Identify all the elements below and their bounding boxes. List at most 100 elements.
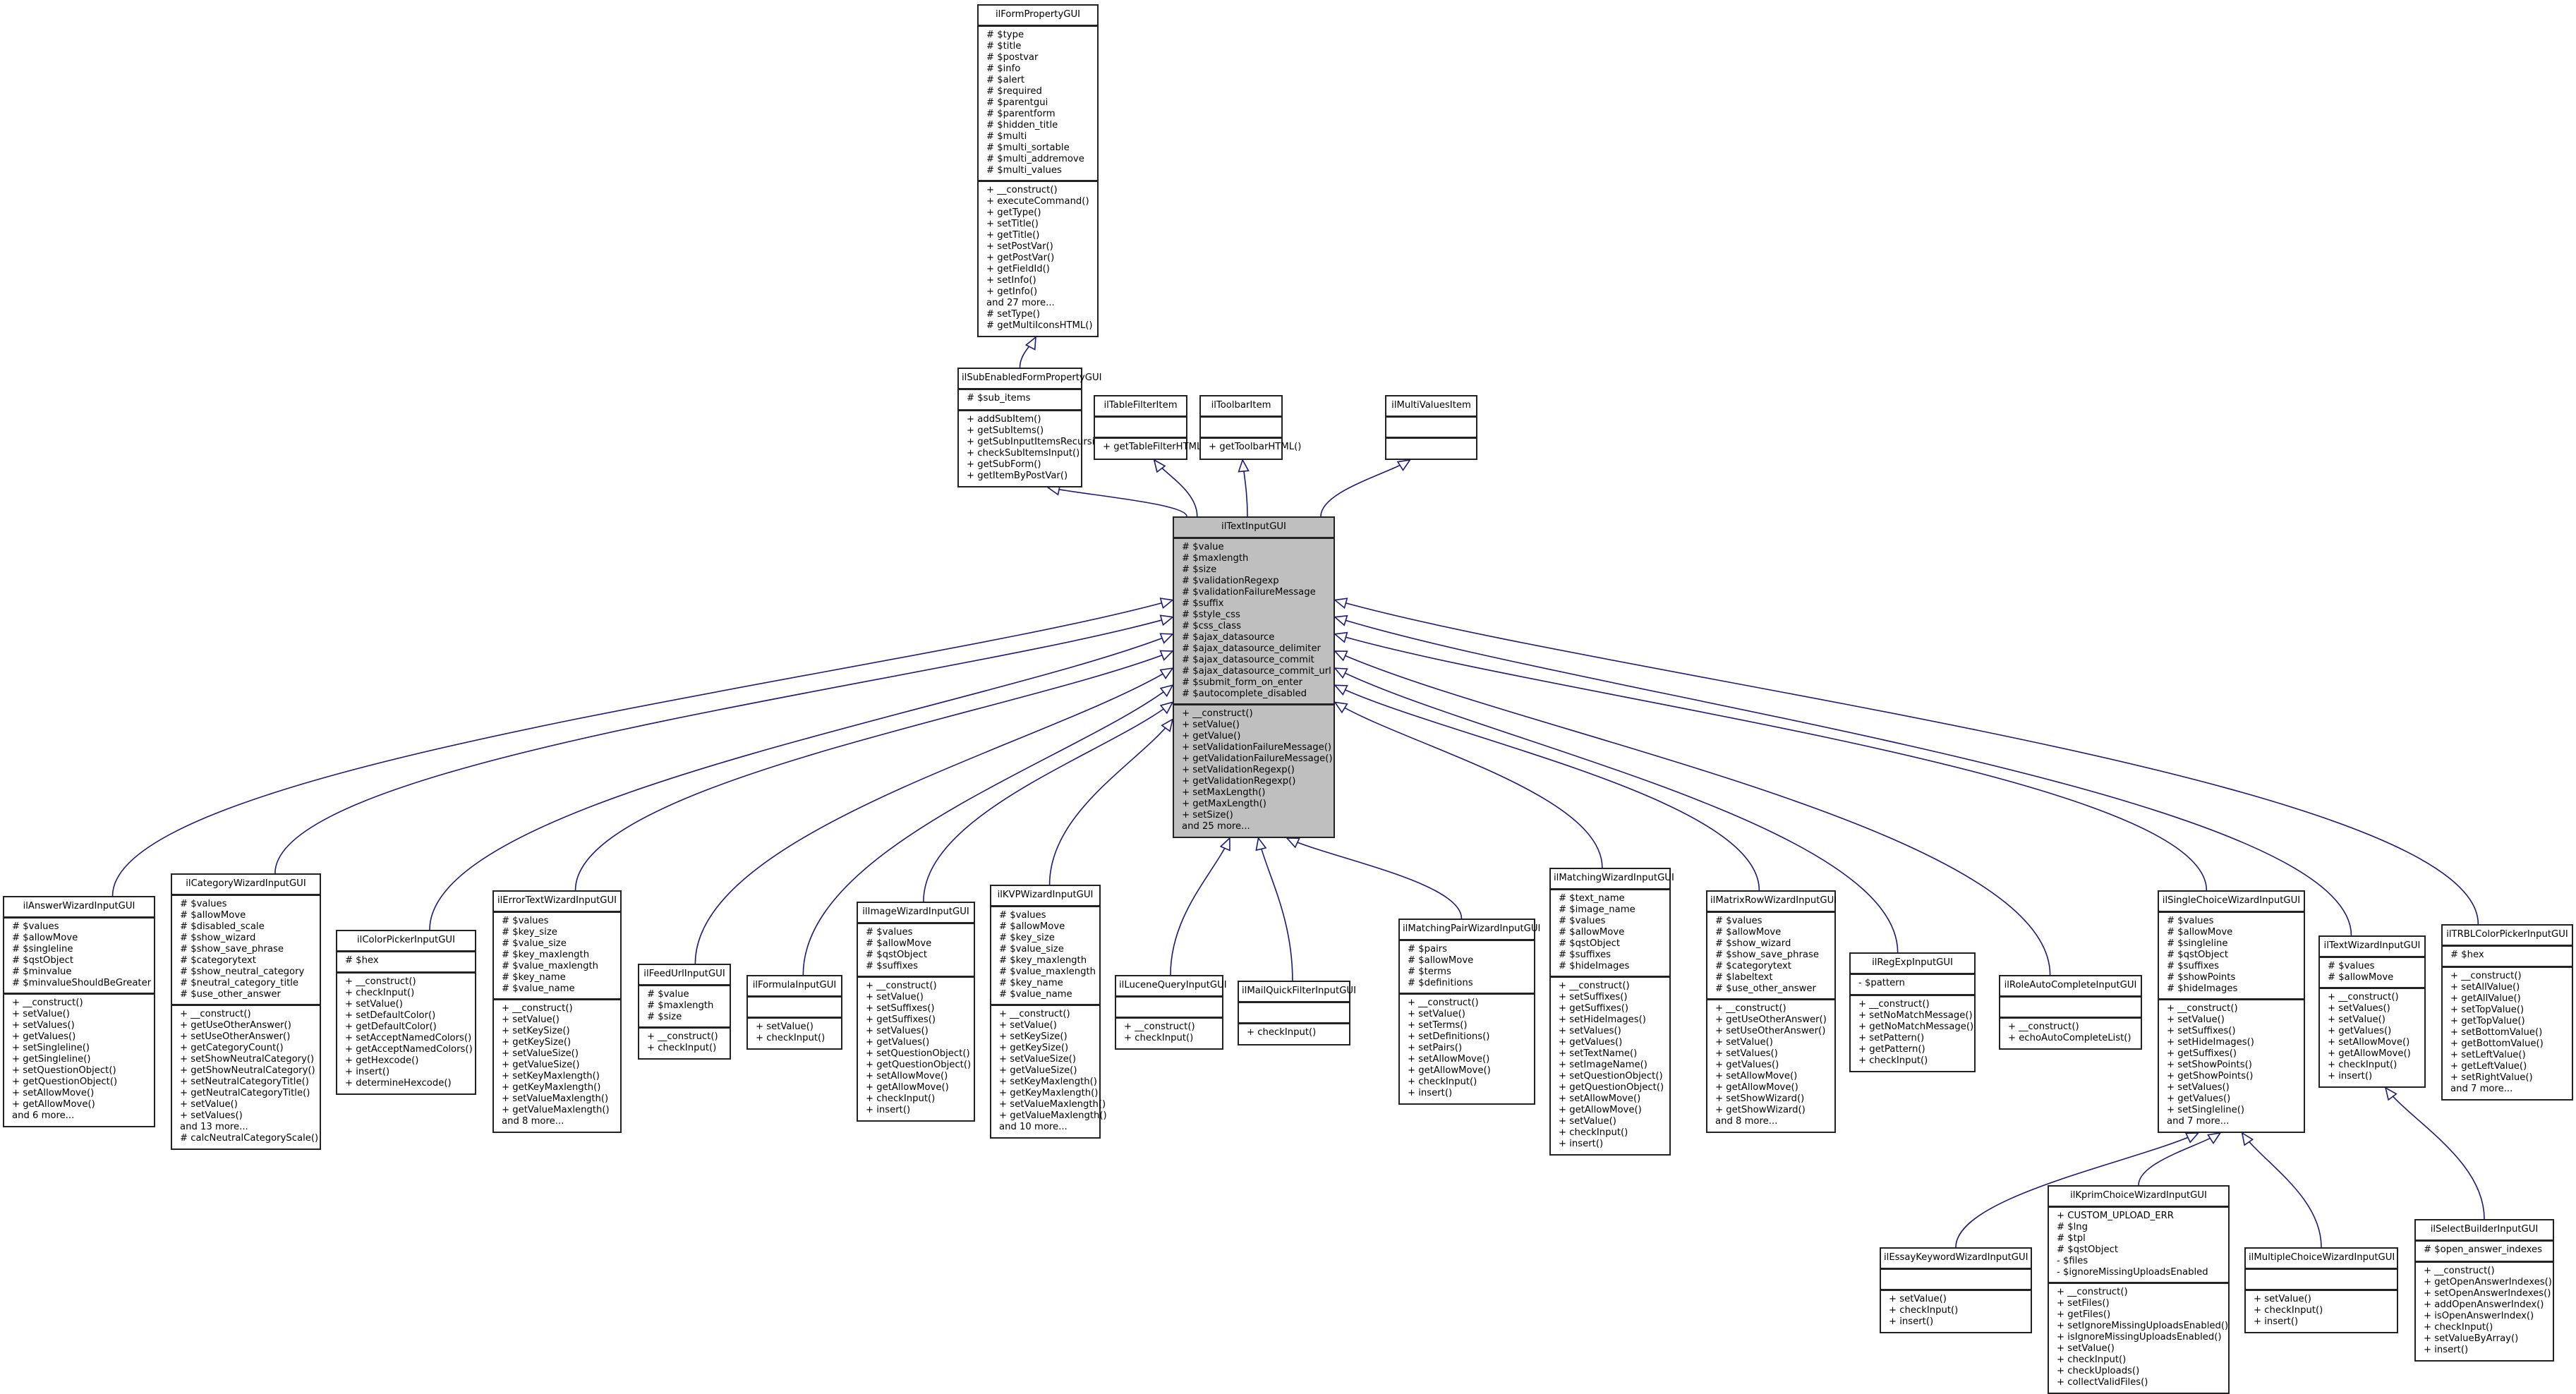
- operation: + setKeySize(): [999, 1031, 1068, 1042]
- generalization-arrowhead-icon: [1238, 459, 1250, 473]
- class-box-il-matching-wizard-input-gui[interactable]: ilMatchingWizardInputGUI # $text_name # $i…: [1549, 868, 1674, 1156]
- attribute: # $suffixes: [2167, 961, 2219, 971]
- attribute: # $hex: [2450, 950, 2484, 960]
- operation: + setIgnoreMissingUploadsEnabled(): [2057, 1321, 2229, 1331]
- more-members-link[interactable]: and 7 more...: [2167, 1116, 2297, 1127]
- operation: + setAcceptNamedColors(): [345, 1033, 472, 1043]
- class-box-il-multiple-choice-wizard-input-gui[interactable]: ilMultipleChoiceWizardInputGUI + setValue…: [2244, 1247, 2398, 1333]
- more-members-link[interactable]: and 8 more...: [1715, 1116, 1827, 1127]
- class-box-il-formula-input-gui[interactable]: ilFormulaInputGUI + setValue() + checkInpu…: [746, 975, 842, 1050]
- class-box-il-kvpwizard-input-gui[interactable]: ilKVPWizardInputGUI # $values # $allowMove…: [990, 885, 1107, 1139]
- operation: + setValue(): [12, 1009, 70, 1019]
- class-box-il-trblcolor-picker-input-gui[interactable]: ilTRBLColorPickerInputGUI # $hex + __const…: [2441, 924, 2573, 1101]
- more-members-link[interactable]: and 6 more...: [12, 1110, 147, 1122]
- class-name[interactable]: ilTableFilterItem: [1095, 396, 1186, 418]
- class-name[interactable]: ilEssayKeywordWizardInputGUI: [1881, 1249, 2031, 1270]
- operation: + checkInput(): [866, 1093, 936, 1104]
- class-box-il-image-wizard-input-gui[interactable]: ilImageWizardInputGUI # $values # $allowMo…: [857, 902, 975, 1122]
- class-box-il-matrix-row-wizard-input-gui[interactable]: ilMatrixRowWizardInputGUI # $values # $all…: [1706, 890, 1837, 1133]
- class-name[interactable]: ilMatrixRowWizardInputGUI: [1707, 892, 1837, 913]
- more-members-link[interactable]: and 7 more...: [2450, 1084, 2565, 1095]
- attributes-section: # $values # $allowMove # $disabled_scale # …: [172, 896, 320, 1006]
- more-members-link[interactable]: and 8 more...: [502, 1116, 613, 1127]
- operation: + getTopValue(): [2450, 1016, 2525, 1026]
- class-name[interactable]: ilRegExpInputGUI: [1851, 954, 1974, 975]
- class-box-il-select-builder-input-gui[interactable]: ilSelectBuilderInputGUI # $open_answer_in…: [2414, 1219, 2554, 1362]
- class-box-il-text-wizard-input-gui[interactable]: ilTextWizardInputGUI # $values # $allowMov…: [2318, 935, 2426, 1088]
- more-members-link[interactable]: and 25 more...: [1182, 821, 1326, 832]
- class-name[interactable]: ilFormPropertyGUI: [979, 6, 1097, 27]
- operation: + insert(): [345, 1067, 390, 1077]
- class-name[interactable]: ilToolbarItem: [1201, 396, 1281, 418]
- attribute: # $style_css: [1182, 610, 1240, 620]
- more-members-link[interactable]: and 10 more...: [999, 1122, 1092, 1133]
- attribute: # $disabled_scale: [180, 921, 265, 932]
- class-name[interactable]: ilImageWizardInputGUI: [858, 903, 974, 924]
- class-box-il-matching-pair-wizard-input-gui[interactable]: ilMatchingPairWizardInputGUI # $pairs # $a…: [1398, 919, 1540, 1105]
- class-box-il-form-property-gui[interactable]: ilFormPropertyGUI # $type # $title # $postv…: [977, 4, 1099, 337]
- operation: + __construct(): [1408, 998, 1479, 1008]
- class-box-il-toolbar-item[interactable]: ilToolbarItem + getToolbarHTML(): [1199, 395, 1301, 460]
- class-name[interactable]: ilMatchingPairWizardInputGUI: [1400, 920, 1540, 941]
- class-name[interactable]: ilMultipleChoiceWizardInputGUI: [2246, 1249, 2397, 1270]
- operation: + setDefinitions(): [1408, 1031, 1490, 1042]
- class-box-il-kprim-choice-wizard-input-gui[interactable]: ilKprimChoiceWizardInputGUI + CUSTOM_UPLO…: [2048, 1185, 2230, 1394]
- class-box-il-color-picker-input-gui[interactable]: ilColorPickerInputGUI # $hex + __construct…: [336, 930, 476, 1095]
- class-name[interactable]: ilFormulaInputGUI: [748, 976, 841, 998]
- class-name[interactable]: ilMatchingWizardInputGUI: [1551, 869, 1674, 890]
- attribute: # $key_size: [502, 927, 557, 938]
- class-box-il-feed-url-input-gui[interactable]: ilFeedUrlInputGUI # $value # $maxlength # $…: [638, 964, 731, 1060]
- more-members-link[interactable]: and 27 more...: [986, 298, 1090, 309]
- class-name[interactable]: ilErrorTextWizardInputGUI: [494, 892, 620, 913]
- class-box-il-category-wizard-input-gui[interactable]: ilCategoryWizardInputGUI # $values # $allo…: [171, 873, 321, 1150]
- attribute: # $submit_form_on_enter: [1182, 677, 1303, 688]
- more-members-link[interactable]: and 13 more...: [180, 1122, 313, 1133]
- operation: + setSuffixes(): [2167, 1026, 2236, 1036]
- class-name[interactable]: ilColorPickerInputGUI: [337, 931, 475, 952]
- class-box-il-text-input-gui[interactable]: ilTextInputGUI # $value # $maxlength # $siz…: [1173, 516, 1335, 838]
- attribute: # $definitions: [1408, 978, 1473, 988]
- class-box-il-lucene-query-input-gui[interactable]: ilLuceneQueryInputGUI + __construct() + ch…: [1115, 975, 1227, 1050]
- inheritance-edge: [1286, 837, 1463, 919]
- class-box-il-role-auto-complete-input-gui[interactable]: ilRoleAutoCompleteInputGUI + __construct(…: [1999, 975, 2142, 1050]
- class-name[interactable]: ilMultiValuesItem: [1386, 396, 1476, 418]
- operations-section: + addSubItem() + getSubItems() + getSubInp…: [959, 411, 1113, 486]
- class-name[interactable]: ilTRBLColorPickerInputGUI: [2443, 926, 2572, 947]
- class-name[interactable]: ilCategoryWizardInputGUI: [172, 875, 320, 896]
- class-box-il-single-choice-wizard-input-gui[interactable]: ilSingleChoiceWizardInputGUI # $values # $…: [2158, 890, 2305, 1133]
- class-name[interactable]: ilSingleChoiceWizardInputGUI: [2159, 892, 2304, 913]
- attribute: # $css_class: [1182, 621, 1241, 631]
- class-name[interactable]: ilTextInputGUI: [1174, 518, 1334, 539]
- operation: + setValueSize(): [999, 1054, 1076, 1065]
- class-box-il-sub-enabled-form-property-gui[interactable]: ilSubEnabledFormPropertyGUI # $sub_items +…: [957, 368, 1113, 487]
- operation: + getKeyMaxlength(): [999, 1088, 1099, 1098]
- class-box-il-reg-exp-input-gui[interactable]: ilRegExpInputGUI - $pattern + __construct(…: [1849, 952, 1976, 1072]
- class-name[interactable]: ilFeedUrlInputGUI: [639, 965, 730, 986]
- class-box-il-answer-wizard-input-gui[interactable]: ilAnswerWizardInputGUI # $values # $allowM…: [3, 896, 155, 1127]
- class-name[interactable]: ilLuceneQueryInputGUI: [1116, 976, 1227, 998]
- class-name[interactable]: ilMailQuickFilterInputGUI: [1239, 982, 1356, 1003]
- class-name[interactable]: ilKprimChoiceWizardInputGUI: [2049, 1187, 2228, 1208]
- class-name[interactable]: ilSubEnabledFormPropertyGUI: [959, 369, 1102, 390]
- attribute: # $values: [12, 921, 59, 932]
- operations-section: + __construct() + setValue() + setKeySize(…: [494, 1000, 620, 1132]
- operation: + setPostVar(): [986, 241, 1053, 252]
- class-box-il-mail-quick-filter-input-gui[interactable]: ilMailQuickFilterInputGUI + checkInput(): [1238, 981, 1356, 1046]
- operations-section: + __construct() + setValue() + setSuffixes…: [858, 978, 974, 1120]
- class-box-il-error-text-wizard-input-gui[interactable]: ilErrorTextWizardInputGUI # $values # $key…: [492, 890, 622, 1133]
- class-name[interactable]: ilRoleAutoCompleteInputGUI: [2000, 976, 2141, 998]
- operation: + isOpenAnswerIndex(): [2424, 1311, 2534, 1321]
- class-box-il-multi-values-item[interactable]: ilMultiValuesItem: [1385, 395, 1477, 460]
- attributes-section: [1095, 418, 1186, 439]
- attributes-section: [1116, 998, 1222, 1019]
- operation: + setOpenAnswerIndexes(): [2424, 1288, 2551, 1299]
- attributes-section: # $values # $allowMove # $key_size # $value…: [991, 907, 1099, 1006]
- attribute: # $info: [986, 63, 1021, 74]
- class-name[interactable]: ilSelectBuilderInputGUI: [2416, 1220, 2553, 1242]
- class-name[interactable]: ilKVPWizardInputGUI: [991, 886, 1099, 907]
- class-box-il-table-filter-item[interactable]: ilTableFilterItem + getTableFilterHTML(): [1094, 395, 1209, 460]
- class-name[interactable]: ilTextWizardInputGUI: [2320, 937, 2424, 958]
- class-box-il-essay-keyword-wizard-input-gui[interactable]: ilEssayKeywordWizardInputGUI + setValue()…: [1880, 1247, 2032, 1333]
- operations-section: + __construct() + setValue() + getValue() +…: [1174, 705, 1334, 837]
- class-name[interactable]: ilAnswerWizardInputGUI: [4, 897, 154, 919]
